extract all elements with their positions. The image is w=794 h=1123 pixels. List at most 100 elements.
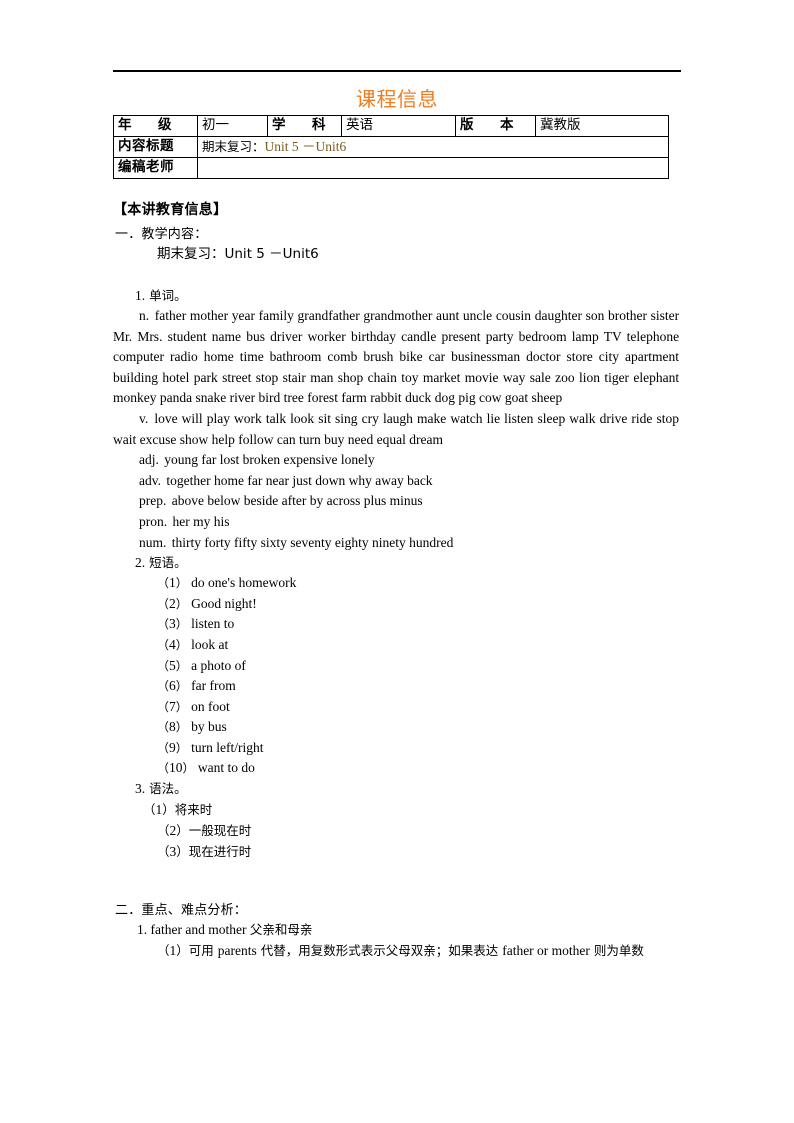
vocabulary-word: hotel xyxy=(162,369,190,385)
vocabulary-word: mother xyxy=(189,308,229,323)
page-title: 课程信息 xyxy=(356,87,438,111)
vocabulary-word: lost xyxy=(219,452,240,468)
vocabulary-word: sleep xyxy=(537,410,566,426)
vocabulary-word: tiger xyxy=(604,369,630,385)
vocabulary-word: will xyxy=(181,410,203,426)
vocabulary-word: drive xyxy=(599,410,628,426)
vocabulary-word: shop xyxy=(337,369,364,385)
table-row-grade: 年级 初一 学科 英语 版本 冀教版 xyxy=(113,115,669,137)
vocabulary-word: lie xyxy=(486,410,501,426)
analysis-text-cn: 代替，用复数形式表示父母双亲；如果表达 xyxy=(256,943,503,959)
vocabulary-word: turn xyxy=(298,431,321,447)
vocabulary-word: bike xyxy=(399,349,423,365)
vocabulary-word: far xyxy=(201,452,217,468)
vocabulary-word: can xyxy=(276,431,296,447)
vocabulary-word: down xyxy=(315,472,346,488)
vocabulary-word: thirty xyxy=(171,534,202,550)
part-of-speech-label: num. xyxy=(139,534,167,550)
grammar-item: （2）一般现在时 xyxy=(157,820,681,841)
vocabulary-word: movie xyxy=(464,369,499,385)
vocabulary-word: look xyxy=(290,410,315,426)
vocabulary-word: tree xyxy=(283,390,304,406)
vocabulary-word: family xyxy=(258,308,294,323)
table-row-content-title: 内容标题 期末复习：Unit 5 －Unit6 xyxy=(113,136,669,158)
vocabulary-word: show xyxy=(179,431,209,447)
vocabulary-word: my xyxy=(193,513,211,529)
vocabulary-word: monkey xyxy=(113,390,157,406)
grammar-item: （1）将来时 xyxy=(143,799,681,820)
course-info-table: 年级 初一 学科 英语 版本 冀教版 内容标题 期末复习：Unit 5 －Uni… xyxy=(113,115,669,179)
table-row-author: 编稿老师 xyxy=(113,157,669,179)
vocabulary-word: stair xyxy=(282,369,306,385)
vocabulary-word: duck xyxy=(405,390,432,406)
vocabulary-word: party xyxy=(485,328,514,344)
vocabulary-word: Mr. xyxy=(113,328,133,344)
vocabulary-word: businessman xyxy=(451,349,521,365)
vocabulary-word: just xyxy=(292,472,312,488)
vocabulary-word: telephone xyxy=(626,328,680,344)
grammar-item: （3）现在进行时 xyxy=(157,841,681,862)
phrase-item: （9） turn left/right xyxy=(157,738,681,759)
phrase-item: （2） Good night! xyxy=(157,594,681,615)
cell-value-content-title: 期末复习：Unit 5 －Unit6 xyxy=(197,136,669,158)
vocabulary-word: panda xyxy=(159,390,193,406)
vocabulary-word: listen xyxy=(504,410,534,426)
vocabulary-word: toy xyxy=(401,369,419,385)
vocabulary-word: expensive xyxy=(283,452,338,468)
phrase-number: （3） xyxy=(157,616,188,632)
item-2-heading: 2. 短语。 xyxy=(135,555,187,571)
vocabulary-word: plus xyxy=(363,493,387,509)
analysis-text-cn: 则为单数 xyxy=(589,943,644,959)
vocabulary-word: sing xyxy=(335,410,358,426)
phrase-number: （9） xyxy=(157,739,188,755)
vocabulary-word: apartment xyxy=(625,349,679,365)
vocabulary-word: cow xyxy=(478,390,502,406)
word-group-prep: prep. above below beside after by across… xyxy=(113,491,679,512)
part-of-speech-label: pron. xyxy=(139,513,168,529)
vocabulary-word: sale xyxy=(529,369,551,385)
vocabulary-word: dog xyxy=(434,390,455,406)
vocabulary-word: cousin xyxy=(495,308,532,323)
cell-label-edition: 版本 xyxy=(455,115,536,137)
vocabulary-word: bird xyxy=(258,390,281,406)
vocabulary-word: name xyxy=(211,328,242,344)
vocabulary-word: lonely xyxy=(340,452,375,468)
vocabulary-word: year xyxy=(231,308,256,323)
vocabulary-word: eighty xyxy=(334,534,369,550)
vocabulary-word: cry xyxy=(361,410,379,426)
vocabulary-word: forty xyxy=(204,534,231,550)
analysis-sub-item: （1）可用 parents 代替，用复数形式表示父母双亲；如果表达 father… xyxy=(157,940,681,961)
vocabulary-word: computer xyxy=(113,349,164,365)
vocabulary-word: birthday xyxy=(350,328,396,344)
vocabulary-word: love xyxy=(154,410,178,426)
cell-label-subject: 学科 xyxy=(267,115,342,137)
part-of-speech-label: v. xyxy=(139,410,149,426)
section-1-heading: 一．教学内容： xyxy=(115,226,208,242)
vocabulary-word: father xyxy=(154,308,187,323)
vocabulary-word: rabbit xyxy=(370,390,402,406)
header-separator-rule xyxy=(113,70,681,72)
vocabulary-word: bus xyxy=(246,328,265,344)
vocabulary-word: far xyxy=(247,472,263,488)
vocabulary-word: excuse xyxy=(139,431,177,447)
vocabulary-word: farm xyxy=(341,390,367,406)
vocabulary-word: together xyxy=(166,472,211,488)
analysis-sub-number: （1） xyxy=(157,943,189,959)
word-group-pron: pron. her my his xyxy=(113,512,679,533)
phrase-number: （1） xyxy=(157,575,188,591)
vocabulary-word: why xyxy=(348,472,372,488)
vocabulary-word: pig xyxy=(458,390,476,406)
vocabulary-word: across xyxy=(326,493,361,509)
phrase-number: （7） xyxy=(157,698,188,714)
vocabulary-word: bedroom xyxy=(518,328,567,344)
teaching-info-heading: 【本讲教育信息】 xyxy=(113,202,228,218)
word-group-adv: adv. together home far near just down wh… xyxy=(113,471,679,492)
vocabulary-word: sit xyxy=(318,410,331,426)
vocabulary-word: worker xyxy=(307,328,346,344)
analysis-item-number: 1. xyxy=(137,922,151,938)
vocabulary-word: son xyxy=(585,308,605,323)
phrase-text: far from xyxy=(187,678,236,694)
vocabulary-word: laugh xyxy=(382,410,413,426)
vocabulary-word: candle xyxy=(401,328,437,344)
cell-value-subject: 英语 xyxy=(341,115,456,137)
